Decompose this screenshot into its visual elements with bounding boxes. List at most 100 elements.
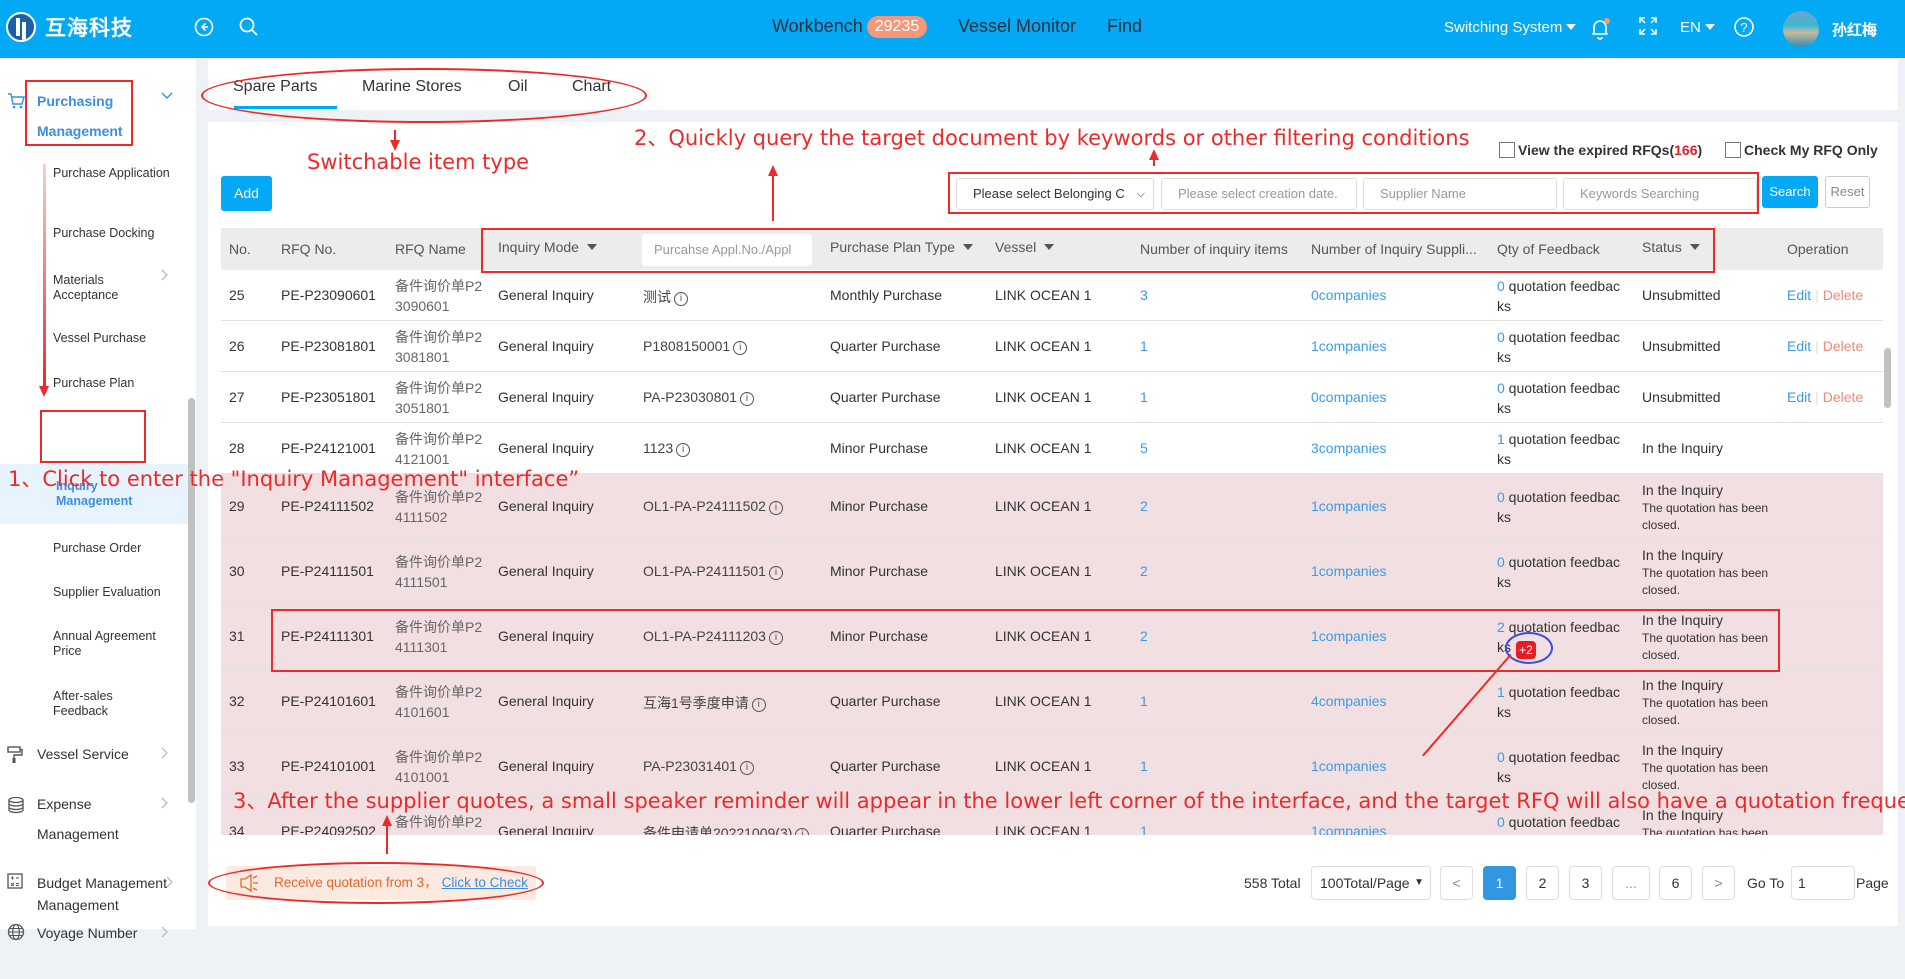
cell-rfq-no[interactable]: PE-P23051801 [281, 389, 376, 405]
nav-workbench[interactable]: Workbench 29235 [772, 16, 928, 38]
feedback-count[interactable]: 0 [1497, 749, 1505, 765]
cell-rfq-no[interactable]: PE-P24092502 [281, 823, 376, 835]
info-icon[interactable]: i [733, 341, 748, 355]
sidebar-item-vessel-purchase[interactable]: Vessel Purchase [53, 331, 173, 346]
cell-inquiry-items[interactable]: 2 [1140, 563, 1148, 579]
delete-link[interactable]: Delete [1823, 287, 1863, 303]
cell-suppliers[interactable]: 1companies [1311, 338, 1387, 354]
reset-button[interactable]: Reset [1825, 176, 1870, 208]
checkbox-box[interactable] [1725, 142, 1741, 158]
cell-rfq-no[interactable]: PE-P23081801 [281, 338, 376, 354]
table-row[interactable]: 26 PE-P23081801 备件询价单P2 3081801 General Inqu… [221, 321, 1883, 372]
add-button[interactable]: Add [221, 176, 272, 211]
goto-page-input[interactable]: 1 [1791, 866, 1855, 900]
sidebar-item-after-sales-feedback[interactable]: After-sales Feedback [53, 689, 128, 719]
table-row[interactable]: 32 PE-P24101601 备件询价单P2 4101601 General Inqu… [221, 669, 1883, 734]
back-icon[interactable] [192, 16, 216, 40]
info-icon[interactable]: i [768, 566, 783, 580]
edit-link[interactable]: Edit [1787, 287, 1811, 303]
cell-inquiry-items[interactable]: 1 [1140, 693, 1148, 709]
feedback-count[interactable]: 0 [1497, 380, 1505, 396]
cell-suppliers[interactable]: 1companies [1311, 758, 1387, 774]
cell-rfq-no[interactable]: PE-P24111501 [281, 563, 374, 579]
cell-suppliers[interactable]: 1companies [1311, 563, 1387, 579]
cell-suppliers[interactable]: 1companies [1311, 498, 1387, 514]
sidebar-group-voyage-number-management[interactable]: Voyage Number [0, 923, 180, 979]
sidebar-item-annual-agreement-price[interactable]: Annual Agreement Price [53, 629, 163, 659]
prev-page-button[interactable]: < [1440, 866, 1473, 900]
sidebar-item-materials-acceptance[interactable]: Materials Acceptance [53, 273, 148, 303]
table-row[interactable]: 30 PE-P24111501 备件询价单P2 4111501 General Inqu… [221, 539, 1883, 604]
cell-inquiry-items[interactable]: 1 [1140, 389, 1148, 405]
page-size-select[interactable]: 100Total/Page ▼ [1311, 866, 1431, 900]
user-avatar[interactable] [1783, 11, 1819, 47]
sidebar-item-purchase-order[interactable]: Purchase Order [53, 541, 173, 556]
edit-link[interactable]: Edit [1787, 338, 1811, 354]
feedback-count[interactable]: 0 [1497, 278, 1505, 294]
cell-rfq-no[interactable]: PE-P24111502 [281, 498, 374, 514]
language-dropdown[interactable]: EN [1680, 19, 1715, 36]
sidebar-item-purchase-docking[interactable]: Purchase Docking [53, 226, 173, 241]
table-scrollbar[interactable] [1884, 348, 1891, 408]
nav-find[interactable]: Find [1107, 16, 1142, 37]
page-2-button[interactable]: 2 [1526, 866, 1559, 900]
cell-rfq-no[interactable]: PE-P24101601 [281, 693, 376, 709]
sidebar-group-expense-management[interactable]: Expense Management [0, 794, 180, 850]
page-3-button[interactable]: 3 [1569, 866, 1602, 900]
edit-link[interactable]: Edit [1787, 389, 1811, 405]
feedback-count[interactable]: 1 [1497, 684, 1505, 700]
switching-system-dropdown[interactable]: Switching System [1444, 19, 1577, 36]
cell-suppliers[interactable]: 4companies [1311, 693, 1387, 709]
cell-rfq-no[interactable]: PE-P24101001 [281, 758, 376, 774]
feedback-count[interactable]: 0 [1497, 329, 1505, 345]
cell-suppliers[interactable]: 1companies [1311, 823, 1387, 835]
cell-suppliers[interactable]: 0companies [1311, 389, 1387, 405]
delete-link[interactable]: Delete [1823, 389, 1863, 405]
next-page-button[interactable]: > [1702, 866, 1735, 900]
feedback-count[interactable]: 0 [1497, 554, 1505, 570]
search-icon[interactable] [237, 16, 261, 40]
cell-rfq-no[interactable]: PE-P23090601 [281, 287, 376, 303]
cell-rfq-no[interactable]: PE-P24121001 [281, 440, 376, 456]
search-button[interactable]: Search [1762, 176, 1818, 208]
delete-link[interactable]: Delete [1823, 338, 1863, 354]
help-icon[interactable]: ? [1732, 16, 1756, 40]
feedback-count[interactable]: 1 [1497, 431, 1505, 447]
fullscreen-icon[interactable] [1636, 16, 1660, 40]
cell-inquiry-items[interactable]: 1 [1140, 758, 1148, 774]
feedback-count[interactable]: 0 [1497, 489, 1505, 505]
bell-icon[interactable] [1588, 17, 1612, 41]
brand-logo[interactable]: 互海科技 [6, 12, 133, 42]
expired-rfqs-checkbox[interactable]: View the expired RFQs(166) [1499, 142, 1702, 158]
page-1-button[interactable]: 1 [1483, 866, 1516, 900]
cell-inquiry-items[interactable]: 2 [1140, 498, 1148, 514]
checkbox-box[interactable] [1499, 142, 1515, 158]
info-icon[interactable]: i [739, 761, 754, 775]
chevron-down-icon[interactable] [160, 88, 174, 104]
table-row[interactable]: 27 PE-P23051801 备件询价单P2 3051801 General Inqu… [221, 372, 1883, 423]
cell-inquiry-items[interactable]: 5 [1140, 440, 1148, 456]
page-ellipsis[interactable]: ... [1612, 866, 1650, 900]
sidebar-item-purchase-plan[interactable]: Purchase Plan [53, 376, 173, 391]
sidebar-scrollbar[interactable] [188, 398, 195, 803]
feedback-count[interactable]: 0 [1497, 814, 1505, 830]
page-6-button[interactable]: 6 [1659, 866, 1692, 900]
info-icon[interactable]: i [739, 392, 754, 406]
my-rfq-only-checkbox[interactable]: Check My RFQ Only [1725, 142, 1878, 158]
info-icon[interactable]: i [795, 828, 810, 835]
info-icon[interactable]: i [676, 443, 691, 457]
sidebar-item-purchase-application[interactable]: Purchase Application [53, 166, 173, 181]
info-icon[interactable]: i [674, 292, 688, 306]
cell-inquiry-items[interactable]: 3 [1140, 287, 1148, 303]
info-icon[interactable]: i [768, 501, 783, 515]
cell-inquiry-items[interactable]: 1 [1140, 823, 1148, 835]
sidebar-item-supplier-evaluation[interactable]: Supplier Evaluation [53, 585, 173, 600]
sidebar-group-vessel-service[interactable]: Vessel Service [0, 744, 180, 768]
info-icon[interactable]: i [751, 698, 766, 712]
user-name[interactable]: 孙红梅 [1832, 19, 1877, 40]
table-row[interactable]: 25 PE-P23090601 备件询价单P2 3090601 General Inqu… [221, 270, 1883, 321]
sidebar-group-budget-management[interactable]: Budget Management [0, 873, 180, 897]
cell-suppliers[interactable]: 3companies [1311, 440, 1387, 456]
cell-inquiry-items[interactable]: 1 [1140, 338, 1148, 354]
cell-suppliers[interactable]: 0companies [1311, 287, 1387, 303]
